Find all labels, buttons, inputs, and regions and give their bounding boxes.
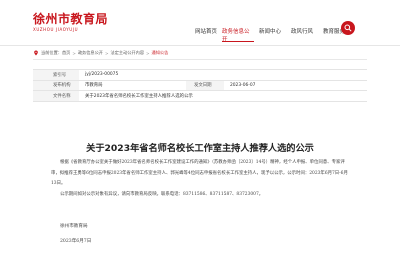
meta-org-label: 发布机构 — [33, 80, 79, 91]
meta-date-label: 发文日期 — [185, 80, 224, 91]
article-paragraph: 公示期间如对公示对象有异议，请向市教育局反映。联系电话：83711586、837… — [60, 191, 264, 197]
breadcrumb-separator: > — [105, 50, 109, 56]
breadcrumb-prefix: 当前位置： — [41, 50, 62, 55]
breadcrumb-home[interactable]: 首页 — [62, 50, 70, 56]
site-header: 徐州市教育局 XUZHOU JIAOYUJU 网站首页 政务信息公开 新闻中心 … — [0, 0, 400, 45]
nav-conduct[interactable]: 政风行风 — [286, 18, 318, 42]
header-divider — [0, 45, 400, 46]
meta-org-value: 市教育局 — [79, 80, 186, 91]
main-nav: 网站首页 政务信息公开 新闻中心 政风行风 教育服务 — [190, 18, 350, 43]
document-meta-table: 索引号 jyj/2023-00075 发布机构 市教育局 发文日期 2023-0… — [33, 69, 367, 102]
breadcrumb-divider — [33, 59, 367, 60]
breadcrumb-statutory[interactable]: 法定主动公开内容 — [111, 50, 145, 56]
location-icon — [34, 50, 38, 56]
breadcrumb: 当前位置： 首页 > 政务信息公开 > 法定主动公开内容 > 通知公告 — [33, 50, 168, 56]
meta-title-label: 文件名称 — [33, 90, 79, 102]
breadcrumb-separator: > — [72, 50, 76, 56]
nav-home[interactable]: 网站首页 — [190, 18, 222, 42]
breadcrumb-gov-info[interactable]: 政务信息公开 — [78, 50, 103, 56]
site-logo-title[interactable]: 徐州市教育局 — [33, 10, 108, 27]
breadcrumb-separator: > — [146, 50, 150, 56]
article-body: 根据《省教育厅办公室关于做好2023年省名师名校长工作室建设工作的通知》（苏教办… — [51, 158, 351, 200]
nav-news[interactable]: 新闻中心 — [254, 18, 286, 42]
nav-gov-info[interactable]: 政务信息公开 — [222, 18, 254, 43]
article-paragraph: 根据《省教育厅办公室关于做好2023年省名师名校长工作室建设工作的通知》（苏教办… — [51, 160, 348, 186]
article-sign-date: 2023年6月7日 — [60, 239, 92, 244]
site-logo-subtitle: XUZHOU JIAOYUJU — [33, 27, 79, 32]
breadcrumb-notices[interactable]: 通知公告 — [152, 50, 169, 56]
meta-row-index: 索引号 jyj/2023-00075 — [33, 69, 367, 81]
search-icon — [344, 24, 352, 32]
meta-index-label: 索引号 — [33, 69, 79, 81]
meta-row-org: 发布机构 市教育局 发文日期 2023-06-07 — [33, 80, 367, 91]
meta-row-title: 文件名称 关于2023年省名师名校长工作室主持人推荐人选的公示 — [33, 90, 367, 102]
meta-title-value: 关于2023年省名师名校长工作室主持人推荐人选的公示 — [79, 90, 367, 102]
article-title: 关于2023年省名师名校长工作室主持人推荐人选的公示 — [86, 143, 314, 154]
article-signer: 徐州市教育局 — [60, 224, 88, 229]
meta-index-value: jyj/2023-00075 — [79, 69, 367, 81]
search-button[interactable] — [341, 21, 355, 35]
meta-date-value: 2023-06-07 — [223, 80, 367, 91]
